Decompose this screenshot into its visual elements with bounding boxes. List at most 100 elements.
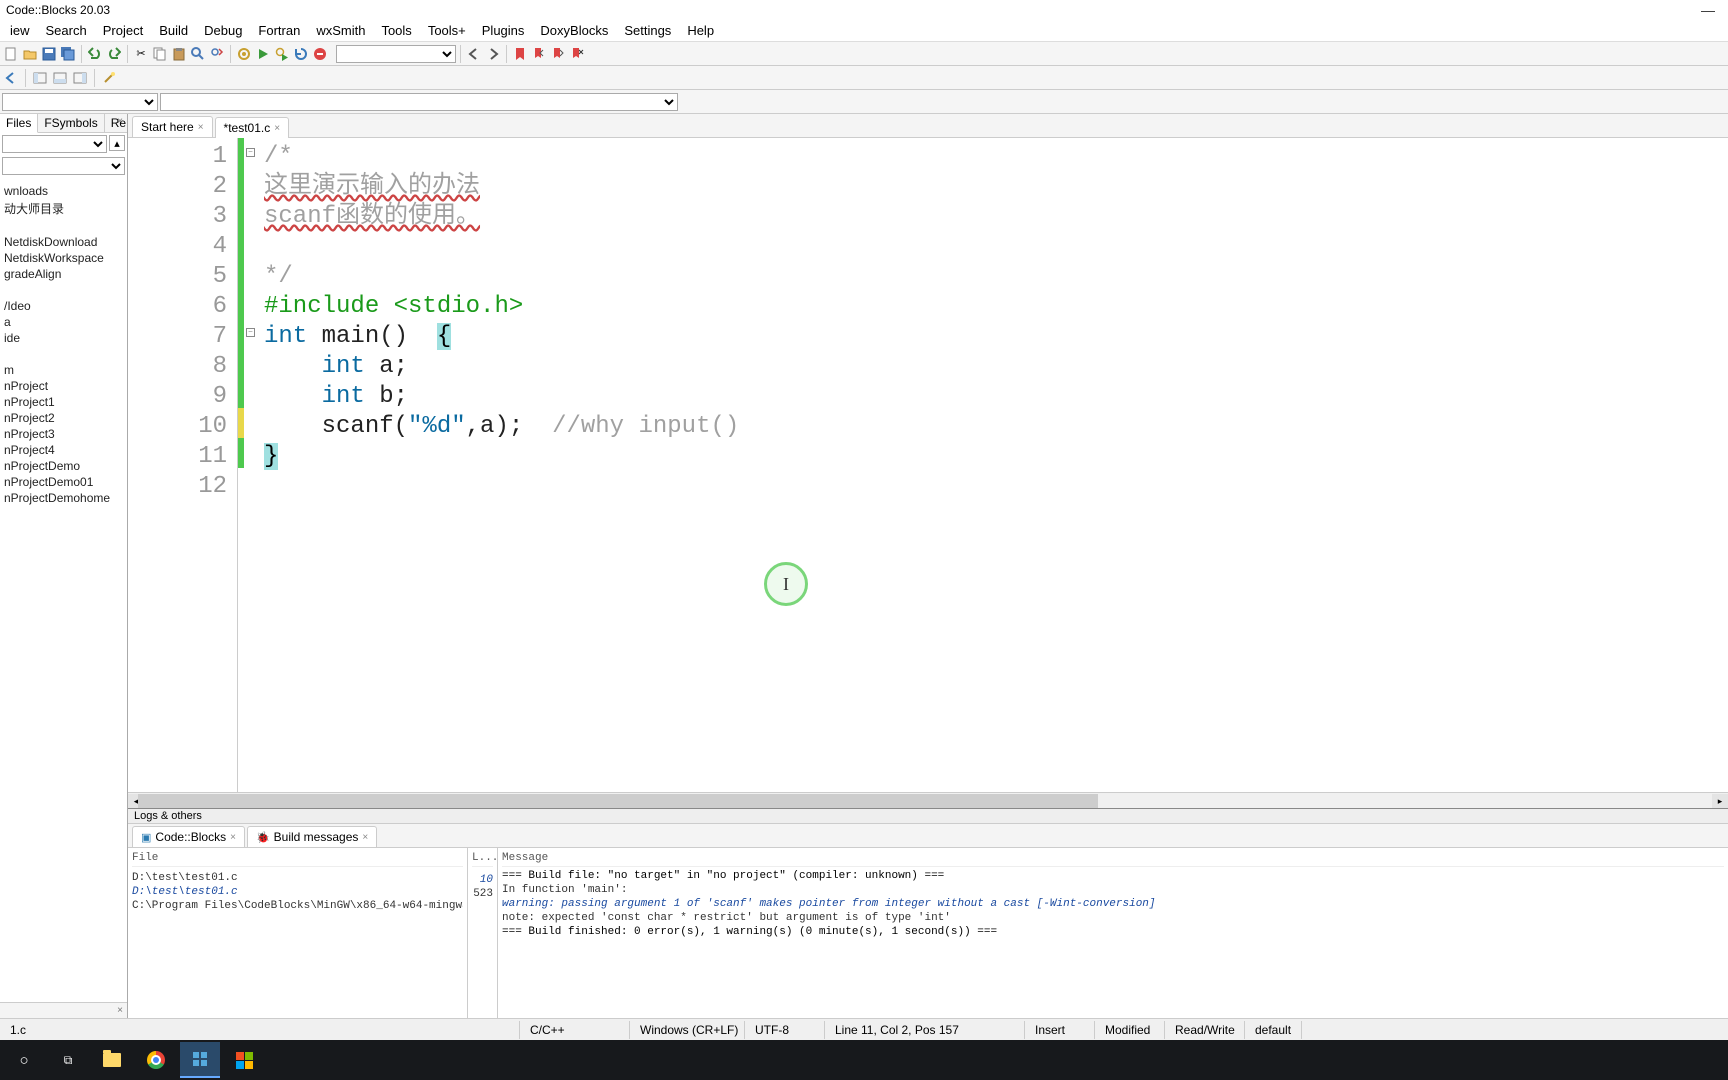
rebuild-icon[interactable] <box>292 45 310 63</box>
log-msg-cell[interactable]: In function 'main': <box>502 883 1724 897</box>
file-tree[interactable]: wnloads动大师目录 NetdiskDownloadNetdiskWorks… <box>0 177 127 1002</box>
menu-wxsmith[interactable]: wxSmith <box>308 21 373 40</box>
replace-icon[interactable] <box>208 45 226 63</box>
file-tree-item[interactable]: /Ideo <box>0 298 127 314</box>
ms-store-icon[interactable] <box>224 1042 264 1078</box>
log-line-cell[interactable]: 10 <box>472 873 493 887</box>
close-icon[interactable]: × <box>117 1005 123 1016</box>
code-editor[interactable]: 123456789101112 −− /*这里演示输入的办法scanf函数的使用… <box>128 138 1728 792</box>
redo-icon[interactable] <box>105 45 123 63</box>
log-line-cell[interactable] <box>472 901 493 903</box>
menu-search[interactable]: Search <box>38 21 95 40</box>
file-tree-item[interactable] <box>0 218 127 234</box>
fold-column[interactable]: −− <box>244 138 258 792</box>
close-icon[interactable]: × <box>198 122 204 133</box>
task-view-icon[interactable]: ⧉ <box>48 1042 88 1078</box>
code-content[interactable]: /*这里演示输入的办法scanf函数的使用。*/#include <stdio.… <box>258 138 1728 792</box>
scrollbar-thumb[interactable] <box>138 794 1098 808</box>
jump-fwd-icon[interactable] <box>484 45 502 63</box>
find-icon[interactable] <box>189 45 207 63</box>
new-icon[interactable] <box>2 45 20 63</box>
stop-icon[interactable] <box>311 45 329 63</box>
buildrun-icon[interactable] <box>273 45 291 63</box>
paste-icon[interactable] <box>170 45 188 63</box>
build-messages-grid[interactable]: FileD:\test\test01.cD:\test\test01.cC:\P… <box>128 848 1728 1018</box>
save-icon[interactable] <box>40 45 58 63</box>
menu-debug[interactable]: Debug <box>196 21 250 40</box>
file-tree-item[interactable]: gradeAlign <box>0 266 127 282</box>
start-button[interactable]: ○ <box>4 1042 44 1078</box>
file-tree-item[interactable]: nProjectDemo01 <box>0 474 127 490</box>
editor-tab[interactable]: Start here× <box>132 116 213 137</box>
scope-combo[interactable] <box>2 93 158 111</box>
file-tree-item[interactable]: NetdiskDownload <box>0 234 127 250</box>
log-file-cell[interactable]: C:\Program Files\CodeBlocks\MinGW\x86_64… <box>132 899 463 913</box>
close-icon[interactable]: × <box>362 832 368 843</box>
status-enc[interactable]: UTF-8 <box>745 1021 825 1039</box>
file-tree-item[interactable]: nProject1 <box>0 394 127 410</box>
log-tab-codeblocks[interactable]: ▣Code::Blocks× <box>132 826 245 847</box>
log-file-cell[interactable]: D:\test\test01.c <box>132 885 463 899</box>
file-tree-item[interactable]: nProjectDemo <box>0 458 127 474</box>
status-insert[interactable]: Insert <box>1025 1021 1095 1039</box>
sidebar-up-icon[interactable]: ▴ <box>109 135 125 151</box>
copy-icon[interactable] <box>151 45 169 63</box>
symbol-combo[interactable] <box>160 93 678 111</box>
log-line-cell[interactable]: 523 <box>472 887 493 901</box>
panel2-icon[interactable] <box>51 69 69 87</box>
status-eol[interactable]: Windows (CR+LF) <box>630 1021 745 1039</box>
file-tree-item[interactable]: nProject4 <box>0 442 127 458</box>
editor-tab[interactable]: *test01.c× <box>215 117 290 138</box>
menu-settings[interactable]: Settings <box>616 21 679 40</box>
run-icon[interactable] <box>254 45 272 63</box>
bookmark-next-icon[interactable] <box>549 45 567 63</box>
build-target-combo[interactable] <box>336 45 456 63</box>
menu-project[interactable]: Project <box>95 21 151 40</box>
log-msg-cell[interactable]: warning: passing argument 1 of 'scanf' m… <box>502 897 1724 911</box>
sidebar-tab-files[interactable]: Files <box>0 114 38 133</box>
codeblocks-task-icon[interactable] <box>180 1042 220 1078</box>
file-tree-item[interactable]: nProject3 <box>0 426 127 442</box>
file-tree-item[interactable]: m <box>0 362 127 378</box>
log-file-cell[interactable]: D:\test\test01.c <box>132 871 463 885</box>
minimize-button[interactable]: — <box>1696 2 1720 18</box>
file-tree-item[interactable]: nProject2 <box>0 410 127 426</box>
menu-tools[interactable]: Tools <box>373 21 419 40</box>
log-msg-cell[interactable]: === Build file: "no target" in "no proje… <box>502 869 1724 883</box>
editor-hscrollbar[interactable]: ◂ ▸ <box>128 792 1728 808</box>
menu-plugins[interactable]: Plugins <box>474 21 533 40</box>
menu-help[interactable]: Help <box>679 21 722 40</box>
file-tree-item[interactable] <box>0 282 127 298</box>
file-tree-item[interactable]: 动大师目录 <box>0 199 127 218</box>
sidebar-tab-fsymbols[interactable]: FSymbols <box>38 114 104 132</box>
scroll-right-icon[interactable]: ▸ <box>1712 794 1728 808</box>
bookmark-icon[interactable] <box>511 45 529 63</box>
cut-icon[interactable]: ✂ <box>132 45 150 63</box>
close-icon[interactable]: × <box>230 832 236 843</box>
log-msg-cell[interactable]: === Build finished: 0 error(s), 1 warnin… <box>502 925 1724 939</box>
file-tree-item[interactable]: nProjectDemohome <box>0 490 127 506</box>
menu-build[interactable]: Build <box>151 21 196 40</box>
bookmark-clear-icon[interactable] <box>568 45 586 63</box>
panel1-icon[interactable] <box>31 69 49 87</box>
log-tab-buildmessages[interactable]: 🐞Build messages× <box>247 826 377 847</box>
jump-back-icon[interactable] <box>465 45 483 63</box>
sidebar-combo[interactable] <box>2 135 107 153</box>
chrome-icon[interactable] <box>136 1042 176 1078</box>
menu-doxyblocks[interactable]: DoxyBlocks <box>532 21 616 40</box>
status-lang[interactable]: C/C++ <box>520 1021 630 1039</box>
file-tree-item[interactable]: ide <box>0 330 127 346</box>
sidebar-mask-combo[interactable] <box>2 157 125 175</box>
file-tree-item[interactable]: wnloads <box>0 183 127 199</box>
file-tree-item[interactable]: nProject <box>0 378 127 394</box>
file-tree-item[interactable]: NetdiskWorkspace <box>0 250 127 266</box>
menu-tools+[interactable]: Tools+ <box>420 21 474 40</box>
menu-fortran[interactable]: Fortran <box>250 21 308 40</box>
menu-iew[interactable]: iew <box>2 21 38 40</box>
nav-prev-icon[interactable] <box>2 69 20 87</box>
wand-icon[interactable] <box>100 69 118 87</box>
open-icon[interactable] <box>21 45 39 63</box>
log-msg-cell[interactable]: note: expected 'const char * restrict' b… <box>502 911 1724 925</box>
file-tree-item[interactable] <box>0 346 127 362</box>
build-icon[interactable] <box>235 45 253 63</box>
